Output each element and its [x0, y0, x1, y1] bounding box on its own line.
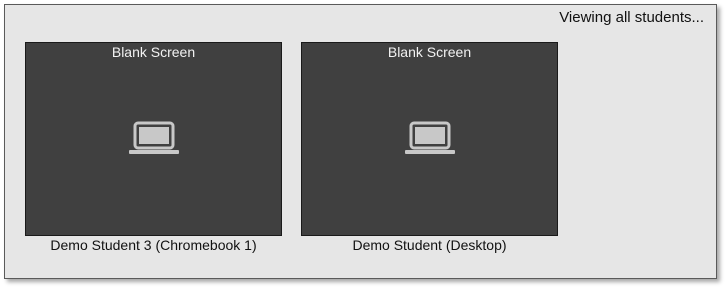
laptop-icon: [128, 121, 179, 154]
student-view-panel: Viewing all students... Blank Screen Dem…: [4, 4, 717, 279]
student-screen-thumbnail[interactable]: Blank Screen: [25, 42, 282, 236]
laptop-icon: [404, 121, 455, 154]
screen-state-label: Blank Screen: [387, 44, 472, 60]
screen-state-label: Blank Screen: [111, 44, 196, 60]
student-name: Demo Student 3 (Chromebook 1): [50, 237, 257, 253]
student-tile[interactable]: Blank Screen Demo Student 3 (Chromebook …: [25, 42, 282, 253]
student-name: Demo Student (Desktop): [352, 237, 507, 253]
student-screen-thumbnail[interactable]: Blank Screen: [301, 42, 558, 236]
viewing-status-text: Viewing all students...: [559, 9, 704, 26]
student-tile[interactable]: Blank Screen Demo Student (Desktop): [301, 42, 558, 253]
